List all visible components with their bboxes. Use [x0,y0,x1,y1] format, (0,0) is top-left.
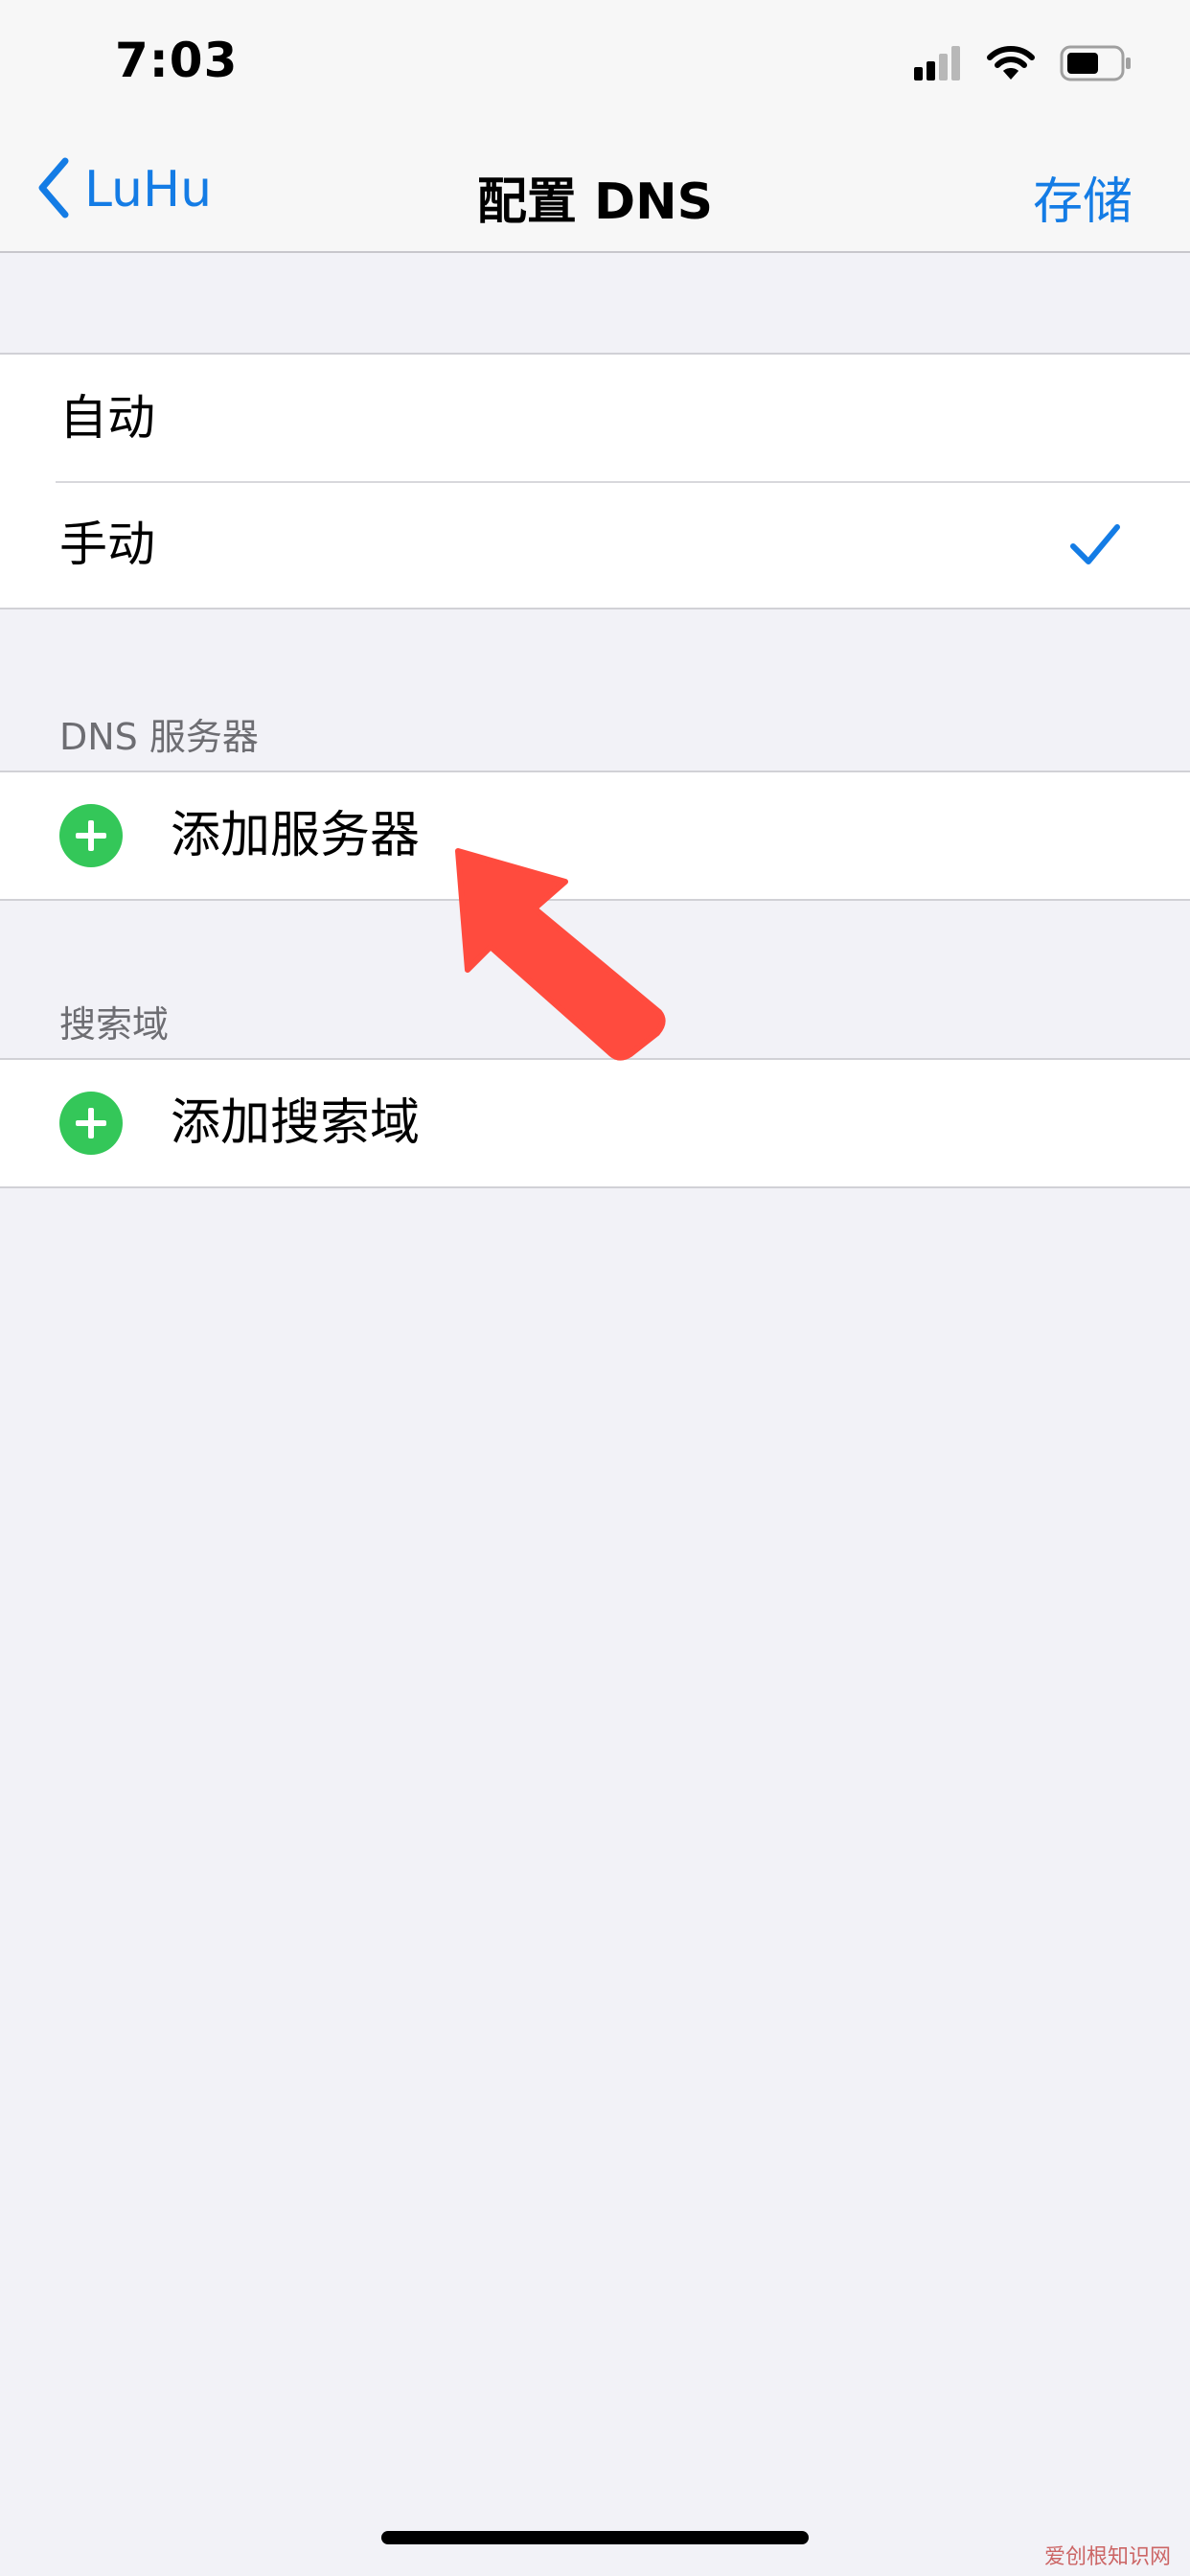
page-title: 配置 DNS [476,173,714,231]
option-automatic[interactable]: 自动 [0,355,1190,481]
red-arrow-icon [441,834,671,1064]
plus-circle-icon [59,1092,123,1155]
option-automatic-label: 自动 [59,390,155,446]
status-icons [912,42,1133,88]
dns-mode-group: 自动 手动 [0,353,1190,610]
search-domains-header: 搜索域 [59,1003,170,1046]
cellular-signal-icon [912,44,962,86]
save-button[interactable]: 存储 [1033,161,1133,233]
dns-servers-header: DNS 服务器 [59,716,259,758]
status-time: 7:03 [115,33,239,88]
add-server-label: 添加服务器 [171,807,421,864]
option-manual-label: 手动 [59,517,155,572]
add-search-domain-label: 添加搜索域 [171,1094,421,1152]
navigation-bar: LuHu 配置 DNS 存储 [0,126,1190,253]
home-indicator[interactable] [381,2531,809,2544]
option-manual[interactable]: 手动 [0,481,1190,608]
wifi-icon [987,44,1035,86]
status-bar: 7:03 [0,0,1190,126]
search-domains-group: 添加搜索域 [0,1058,1190,1188]
add-search-domain-button[interactable]: 添加搜索域 [0,1060,1190,1186]
plus-circle-icon [59,804,123,867]
watermark: 爱创根知识网 [1043,2545,1171,2569]
battery-icon [1060,44,1133,86]
checkmark-icon [1069,523,1121,567]
